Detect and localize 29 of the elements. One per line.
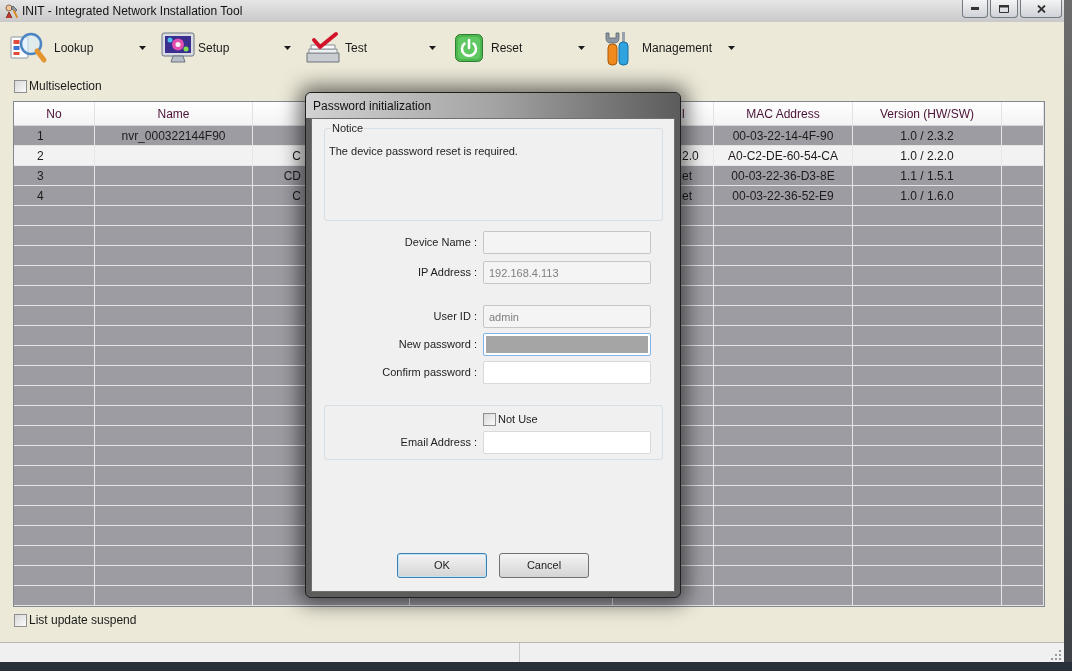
table-cell-text: A0-C2-DE-60-54-CA bbox=[727, 147, 838, 165]
group-legend: Notice bbox=[331, 121, 365, 135]
field-label: Confirm password : bbox=[382, 365, 477, 381]
table-cell-text: C bbox=[292, 187, 301, 205]
notice-text: The device password reset is required. bbox=[328, 144, 519, 158]
table-cell-text: 1 bbox=[37, 127, 44, 145]
table-cell-text: 3 bbox=[37, 167, 44, 185]
table-cell-text: et bbox=[682, 167, 692, 185]
field-label: Device Name : bbox=[404, 235, 477, 251]
field-label: Email Address : bbox=[400, 435, 477, 451]
table-cell-text: 00-03-22-36-D3-8E bbox=[731, 167, 835, 185]
table-cell-text: nvr_000322144F90 bbox=[121, 127, 226, 145]
table-cell-text: et bbox=[682, 187, 692, 205]
table-cell-text: 1.0 / 1.6.0 bbox=[900, 187, 954, 205]
table-cell-text: 00-03-22-36-52-E9 bbox=[732, 187, 834, 205]
table-cell-text: 1.0 / 2.3.2 bbox=[900, 127, 954, 145]
table-cell-text: 1.0 / 2.2.0 bbox=[900, 147, 954, 165]
table-cell-text: 2 bbox=[37, 147, 44, 165]
table-cell-text: 1.1 / 1.5.1 bbox=[900, 167, 954, 185]
field-label: User ID : bbox=[433, 309, 477, 325]
field-label: New password : bbox=[398, 337, 477, 353]
table-cell-text: 00-03-22-14-4F-90 bbox=[732, 127, 834, 145]
table-cell-text: 2.0 bbox=[682, 147, 699, 165]
dialog-title: Password initialization bbox=[313, 97, 432, 115]
table-cell-text: 4 bbox=[37, 187, 44, 205]
window-title: INIT - Integrated Network Installation Tool bbox=[22, 3, 243, 20]
table-cell-text: CD bbox=[283, 167, 301, 185]
field-label: IP Address : bbox=[417, 265, 477, 281]
table-cell-text: C bbox=[292, 147, 301, 165]
